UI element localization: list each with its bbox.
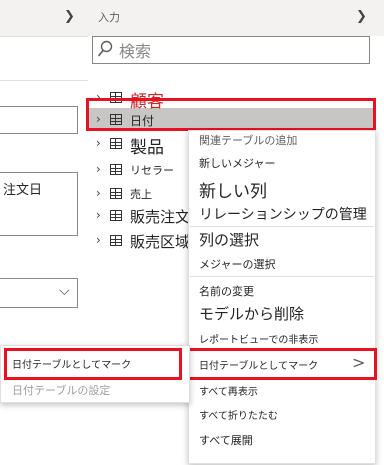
menu-item-rename[interactable]: 名前の変更 xyxy=(199,283,254,299)
table-label: リセラー xyxy=(130,164,174,177)
menu-item-new-measure[interactable]: 新しいメジャー xyxy=(199,155,275,171)
filter-type-select[interactable]: ⌵ xyxy=(0,278,78,308)
table-label: 販売注文 xyxy=(130,208,191,226)
chevron-right-icon[interactable]: › xyxy=(96,208,101,222)
chevron-right-icon[interactable]: ❯ xyxy=(64,9,75,24)
menu-item-add-related-table[interactable]: 関連テーブルの追加 xyxy=(199,132,297,148)
table-icon xyxy=(110,138,122,149)
submenu-item-date-table-settings: 日付テーブルの設定 xyxy=(12,384,111,397)
menu-item-delete-from-model[interactable]: モデルから削除 xyxy=(199,303,304,324)
table-row-sales-order[interactable]: › 販売注文 xyxy=(96,206,191,228)
table-label: 売上 xyxy=(130,188,152,201)
divider xyxy=(0,80,88,81)
menu-item-select-measure[interactable]: メジャーの選択 xyxy=(199,256,275,272)
highlight-box xyxy=(186,348,377,380)
highlight-box xyxy=(4,348,182,380)
fields-pane-title: 入力 xyxy=(98,11,120,24)
menu-item-new-column[interactable]: 新しい列 xyxy=(199,177,267,202)
menu-item-manage-relationships[interactable]: リレーションシップの管理 xyxy=(199,204,367,224)
table-row-sales[interactable]: › 売上 xyxy=(96,184,186,206)
filter-value-box[interactable]: 注文日 xyxy=(0,172,78,236)
fields-pane-header xyxy=(88,0,384,36)
search-box[interactable]: 検索 xyxy=(92,36,370,64)
table-label: 製品 xyxy=(130,138,164,158)
chevron-right-icon[interactable]: › xyxy=(96,186,101,200)
menu-item-hide-in-report-view[interactable]: レポートビューでの非表示 xyxy=(199,331,318,346)
menu-item-collapse-all[interactable]: すべて折りたたむ xyxy=(199,407,278,422)
table-icon xyxy=(110,188,122,199)
menu-divider xyxy=(190,276,374,277)
filter-input[interactable] xyxy=(0,106,78,134)
chevron-right-icon[interactable]: › xyxy=(96,136,101,150)
search-icon xyxy=(97,40,113,57)
menu-item-select-column[interactable]: 列の選択 xyxy=(199,229,259,250)
menu-item-expand-all[interactable]: すべて展開 xyxy=(199,432,253,448)
chevron-right-icon[interactable]: › xyxy=(96,162,101,176)
chevron-down-icon: ⌵ xyxy=(59,283,70,299)
filter-value-text: 注文日 xyxy=(3,183,43,198)
highlight-box xyxy=(86,98,376,131)
table-icon xyxy=(110,210,122,221)
table-icon xyxy=(110,164,122,175)
table-row-product[interactable]: › 製品 xyxy=(96,134,186,158)
menu-divider xyxy=(190,226,374,227)
table-row-sales-territory[interactable]: › 販売区域 xyxy=(96,231,191,253)
menu-item-unhide-all[interactable]: すべて再表示 xyxy=(199,383,258,398)
chevron-right-icon[interactable]: › xyxy=(96,233,101,247)
search-input[interactable]: 検索 xyxy=(119,38,151,62)
table-row-reseller[interactable]: › リセラー xyxy=(96,160,186,182)
table-icon xyxy=(110,235,122,246)
table-label: 販売区域 xyxy=(130,233,191,251)
chevron-right-icon[interactable]: ❯ xyxy=(356,9,367,24)
